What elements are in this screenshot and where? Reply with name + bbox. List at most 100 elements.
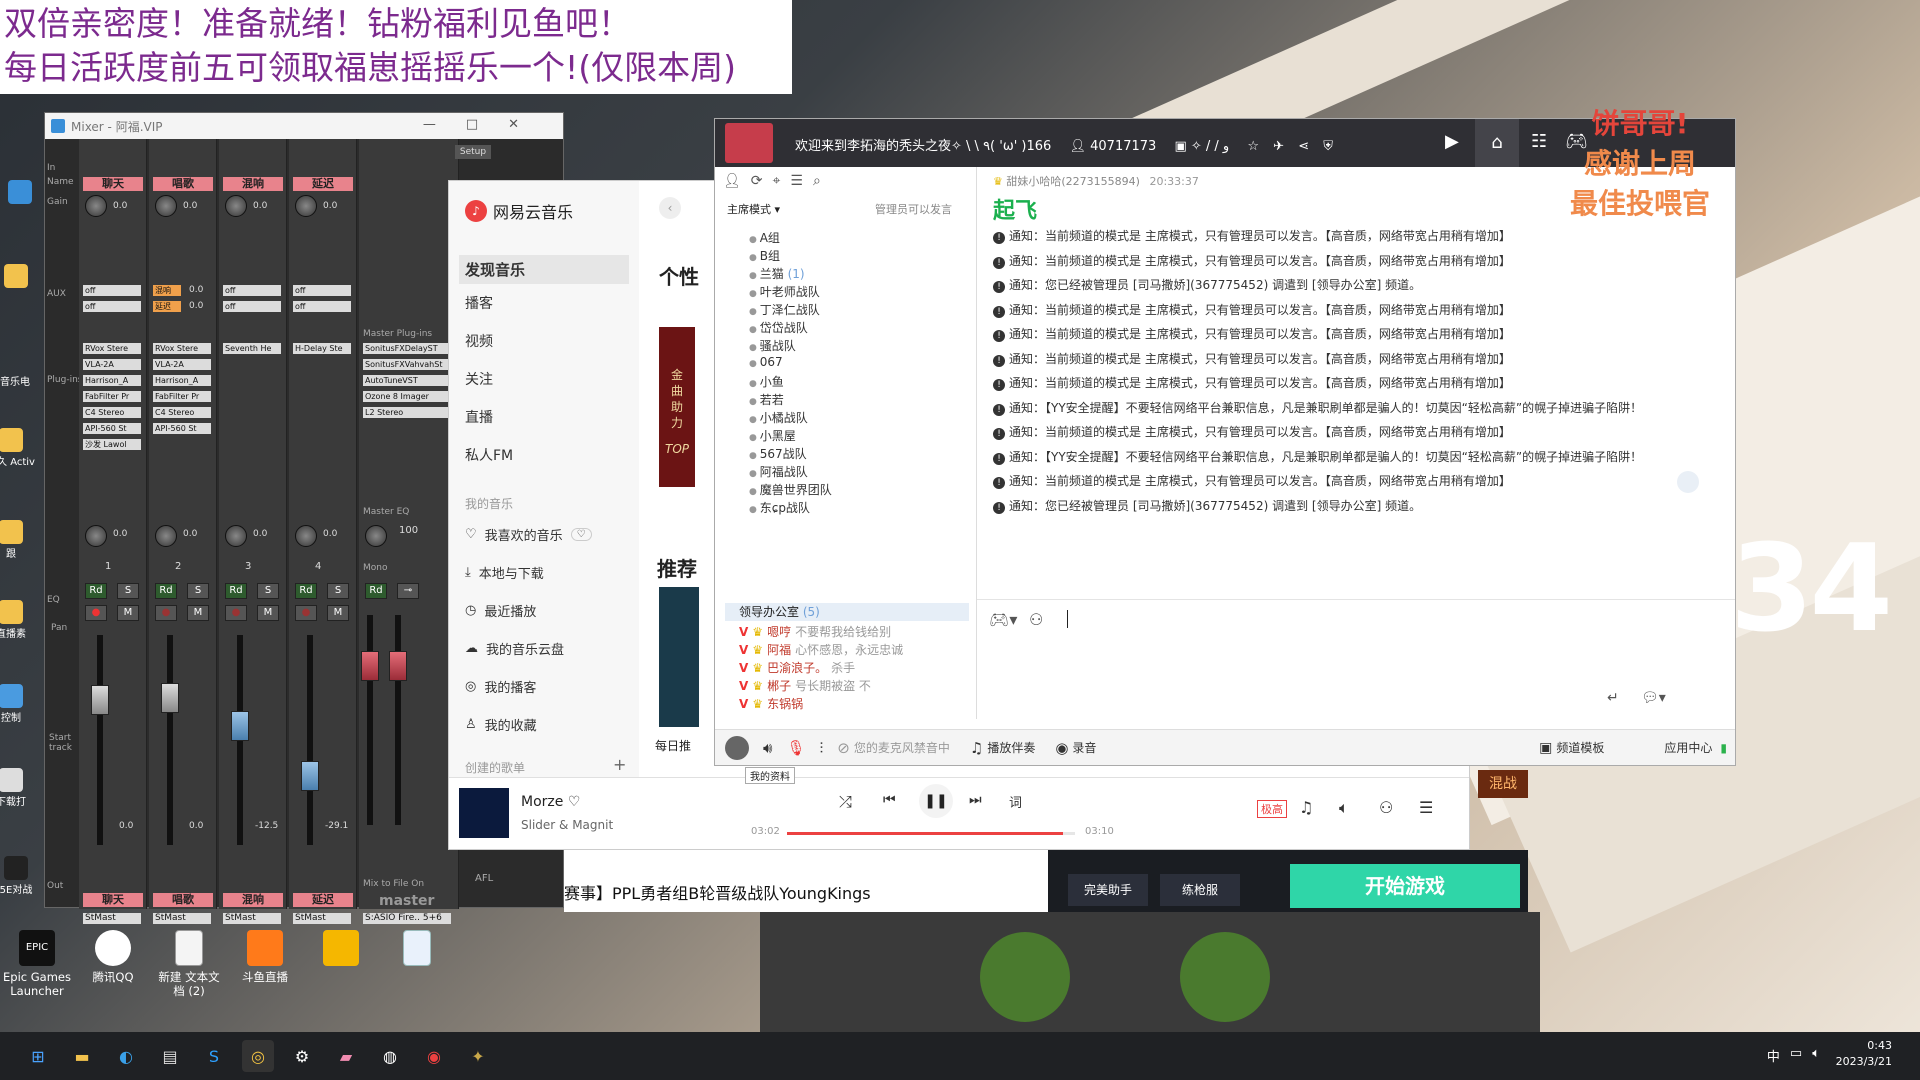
channel-item[interactable]: ● 067 [749, 355, 783, 369]
nav-podcast[interactable]: 播客 [465, 293, 493, 313]
volume-fader[interactable] [231, 711, 249, 741]
record-arm-button[interactable]: ● [155, 605, 177, 621]
nav-discover[interactable]: 发现音乐 [459, 255, 629, 284]
lyrics-button[interactable]: 词 [1009, 792, 1022, 811]
channel-item[interactable]: ● 叶老师战队 [749, 283, 820, 300]
speaker-icon[interactable]: 🔊︎ [763, 739, 772, 757]
desktop-icon-qq[interactable]: 腾讯QQ [78, 930, 148, 984]
link-button[interactable]: ⊸ [397, 583, 419, 599]
desktop-icon-app[interactable] [306, 930, 376, 970]
member-item[interactable]: V ♛ 巴渝浪子。 杀手 [739, 659, 855, 676]
channel-item[interactable]: ● 小鱼 [749, 373, 784, 390]
read-button[interactable]: Rd [295, 583, 317, 599]
mixer-channel-1[interactable]: 聊天 0.0 off off RVox Stere VLA-2A Harriso… [79, 139, 147, 924]
pan-knob[interactable] [85, 525, 107, 547]
ime-indicator[interactable]: 中 [1767, 1046, 1780, 1065]
perfect-assistant-button[interactable]: 完美助手 [1068, 874, 1148, 906]
channel-name[interactable]: 延迟 [293, 177, 353, 191]
file-explorer-icon[interactable]: ▬ [66, 1040, 98, 1072]
desktop-icon-2[interactable] [0, 264, 46, 292]
previous-icon[interactable]: ⏮ [883, 792, 896, 808]
mute-button[interactable]: M [117, 605, 139, 621]
mixer-channel-4[interactable]: 延迟 0.0 off off H-Delay Ste 0.0 4 Rd S ● … [289, 139, 357, 924]
volume-fader[interactable] [161, 683, 179, 713]
csgo-icon[interactable]: ✦ [462, 1040, 494, 1072]
shuffle-icon[interactable]: ⤮ [839, 792, 852, 812]
accompany-button[interactable]: 播放伴奏 [987, 739, 1035, 756]
like-heart-icon[interactable]: ♡ [568, 794, 581, 810]
promo-banner[interactable]: 金曲助力 TOP [659, 327, 695, 487]
pan-knob[interactable] [225, 525, 247, 547]
window-controls[interactable]: —□✕ [423, 117, 549, 132]
volume-icon[interactable]: 🔈︎ [1339, 798, 1349, 818]
heartbeat-mode-icon[interactable]: ♡ [570, 528, 592, 541]
edge-icon[interactable]: ◐ [110, 1040, 142, 1072]
nav-follow[interactable]: 关注 [465, 369, 493, 389]
desktop-icon-music[interactable]: 音乐电 [0, 376, 40, 390]
mixer-master[interactable]: Setup Master Plug-ins SonitusFXDelayST S… [359, 139, 491, 924]
member-icon[interactable]: 👤︎ [723, 173, 741, 189]
vtuber-app-icon[interactable]: ◎ [242, 1040, 274, 1072]
desktop-icon-control[interactable]: 控制 [0, 684, 36, 726]
send-icon[interactable]: ✈ [1273, 139, 1284, 154]
next-icon[interactable]: ⏭ [969, 792, 982, 808]
progress-bar[interactable] [787, 832, 1075, 835]
pan-knob[interactable] [295, 525, 317, 547]
pan-knob[interactable] [365, 525, 387, 547]
my-podcast[interactable]: ◎ 我的播客 [465, 677, 536, 696]
news-headline[interactable]: 赛事】PPL勇者组B轮晋级战队YoungKings [564, 880, 871, 904]
listen-together-icon[interactable]: ⚇ [1379, 798, 1393, 817]
mixer-channel-3[interactable]: 混响 0.0 off off Seventh He 0.0 3 Rd S ● M… [219, 139, 287, 924]
read-button[interactable]: Rd [85, 583, 107, 599]
sound-effect-icon[interactable]: ♫ [1299, 798, 1313, 817]
voice-to-text-icon[interactable]: ⚇ [1029, 610, 1043, 629]
gain-knob[interactable] [225, 195, 247, 217]
nav-video[interactable]: 视频 [465, 331, 493, 351]
track-title[interactable]: Morze ♡ [521, 794, 580, 810]
desktop-icon-5e[interactable]: 5E对战 [0, 856, 44, 898]
record-arm-button[interactable]: ● [295, 605, 317, 621]
windows-start-icon[interactable]: ⊞ [22, 1040, 54, 1072]
gain-knob[interactable] [85, 195, 107, 217]
search-icon[interactable]: ⌕ [813, 173, 821, 189]
pan-knob[interactable] [155, 525, 177, 547]
back-button[interactable]: ‹ [659, 197, 681, 219]
volume-fader[interactable] [91, 685, 109, 715]
channel-item[interactable]: ● 若若 [749, 391, 784, 408]
channel-item[interactable]: ● 小橘战队 [749, 409, 808, 426]
obs-icon[interactable]: ◍ [374, 1040, 406, 1072]
recent-played[interactable]: ◷ 最近播放 [465, 601, 536, 620]
local-download[interactable]: ⤓ 本地与下载 [465, 563, 544, 582]
mic-icon[interactable]: 🎙︎ [786, 739, 805, 757]
created-playlists[interactable]: 创建的歌单 [465, 759, 525, 776]
home-icon[interactable]: ⌂ [1475, 119, 1519, 167]
my-avatar[interactable] [725, 735, 749, 760]
mixer-channel-2[interactable]: 唱歌 0.0 混响 0.0 延迟 0.0 RVox Stere VLA-2A H… [149, 139, 217, 924]
yy-input-area[interactable]: 🎮︎▾ ⚇ ↵ 💬︎▾ [977, 599, 1735, 729]
album-cover[interactable] [459, 788, 509, 838]
steam-icon[interactable]: ⚙ [286, 1040, 318, 1072]
yy-app-icon[interactable]: S [198, 1040, 230, 1072]
channel-item[interactable]: ● 小黑屋 [749, 427, 796, 444]
member-item[interactable]: V ♛ 郴子 号长期被盗 不 [739, 677, 871, 694]
my-collection[interactable]: ♙ 我的收藏 [465, 715, 537, 734]
record-button[interactable]: 录音 [1072, 739, 1096, 756]
quality-badge[interactable]: 极高 [1257, 800, 1287, 818]
nav-live[interactable]: 直播 [465, 407, 493, 427]
video-icon[interactable]: ▶ [1445, 131, 1459, 152]
channel-item[interactable]: ● 岱岱战队 [749, 319, 808, 336]
solo-button[interactable]: S [327, 583, 349, 599]
gain-knob[interactable] [155, 195, 177, 217]
office-channel[interactable]: 领导办公室 (5) [725, 603, 969, 621]
network-icon[interactable]: ▭ [1790, 1046, 1802, 1065]
pause-button[interactable]: ❚❚ [919, 784, 953, 818]
gift-icon[interactable] [1677, 471, 1699, 493]
store-icon[interactable]: ▤ [154, 1040, 186, 1072]
member-item[interactable]: V ♛ 阿福 心怀感恩，永远忠诚 [739, 641, 903, 658]
mute-button[interactable]: M [187, 605, 209, 621]
chat-bubble-icon[interactable]: 💬︎▾ [1641, 690, 1666, 706]
channel-template-button[interactable]: 频道模板 [1556, 739, 1604, 756]
add-playlist-button[interactable]: + [613, 755, 626, 774]
app-center-button[interactable]: 应用中心 [1664, 739, 1712, 756]
read-button[interactable]: Rd [365, 583, 387, 599]
